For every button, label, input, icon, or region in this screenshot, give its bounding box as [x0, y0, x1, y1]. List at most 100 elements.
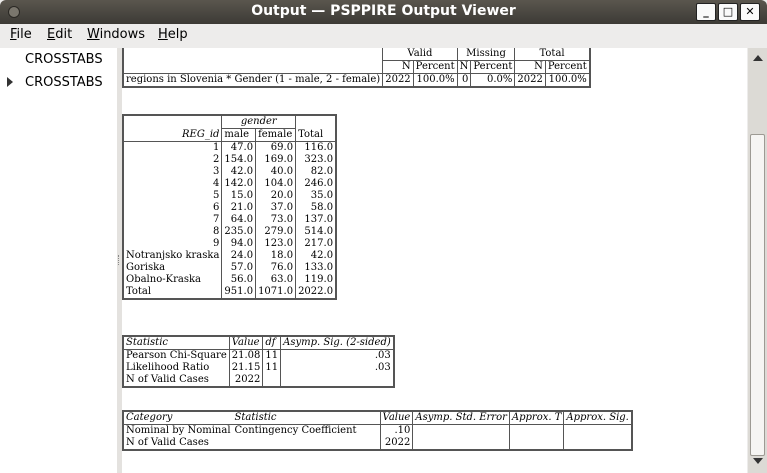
empty-cell: [509, 424, 565, 437]
menu-bar: File Edit Windows Help: [0, 24, 767, 46]
cell-male: 951.0: [221, 286, 257, 299]
case-summary-table: Valid Missing Total N Percent N Percent …: [122, 48, 591, 88]
stat-df: [262, 374, 282, 387]
table-row: Total 951.0 1071.0 2022.0: [123, 286, 336, 299]
category-label: Nominal by Nominal: [126, 425, 231, 436]
cell-male: 142.0: [221, 178, 257, 190]
category-label: N of Valid Cases: [126, 437, 209, 448]
cell-male: 235.0: [221, 226, 257, 238]
window-title: Output — PSPPIRE Output Viewer: [251, 3, 516, 19]
table-row: 8 235.0 279.0 514.0: [123, 226, 336, 238]
vertical-scrollbar[interactable]: [748, 48, 767, 473]
cell-male: 42.0: [221, 166, 257, 178]
table-row: 2 154.0 169.0 323.0: [123, 154, 336, 166]
stat-value: 21.15: [229, 362, 264, 374]
tree-item-crosstabs-1[interactable]: CROSSTABS: [25, 52, 103, 67]
cell-total: 35.0: [310, 190, 334, 201]
category-header: Category: [123, 411, 233, 425]
summary-missing-pct: 0.0%: [470, 73, 516, 87]
menu-help[interactable]: Help: [158, 27, 188, 42]
close-button[interactable]: ✕: [740, 3, 760, 21]
row-label: Obalno-Kraska: [123, 274, 223, 286]
cell-female: 169.0: [255, 154, 297, 166]
table-row: Nominal by Nominal Contingency Coefficien…: [123, 424, 632, 438]
scroll-up-icon[interactable]: [753, 55, 763, 61]
measure-value: 2022: [380, 437, 414, 450]
output-area: Valid Missing Total N Percent N Percent …: [122, 48, 747, 473]
cell-female: 123.0: [255, 238, 297, 250]
summary-total-n: 2022: [514, 73, 546, 87]
statistic-label: Contingency Coefficient: [232, 424, 381, 437]
row-label: 7: [123, 214, 223, 226]
empty-cell: [564, 425, 632, 438]
header-missing: Missing: [457, 48, 516, 61]
row-label: 1: [123, 141, 223, 154]
minimize-button[interactable]: _: [696, 3, 716, 21]
expander-arrow-icon[interactable]: [7, 77, 13, 87]
maximize-button[interactable]: □: [718, 3, 738, 21]
row-label: 2: [123, 154, 223, 166]
tree-item-crosstabs-2[interactable]: CROSSTABS: [25, 75, 103, 90]
cell-female: 40.0: [255, 166, 297, 178]
sig-header: Asymp. Sig. (2-sided): [280, 336, 394, 350]
cell-male: 94.0: [221, 238, 257, 250]
cell-total: 323.0: [304, 154, 334, 165]
cell-female: 20.0: [255, 190, 297, 202]
cell-total: 246.0: [304, 178, 334, 189]
row-label: Total: [123, 286, 223, 299]
summary-missing-n: 0: [457, 73, 472, 87]
menu-file[interactable]: File: [10, 27, 32, 42]
output-tree: CROSSTABS CROSSTABS: [0, 48, 118, 473]
cell-total: 116.0: [295, 141, 337, 154]
stat-df: 11: [262, 349, 282, 362]
cell-male: 15.0: [221, 190, 257, 202]
row-label: 6: [123, 202, 223, 214]
value-header: Value: [380, 411, 414, 425]
cell-male: 154.0: [221, 154, 257, 166]
value-header: Value: [229, 336, 264, 350]
cell-total: 2022.0: [298, 286, 334, 297]
df-header: df: [262, 336, 282, 350]
empty-cell: [412, 424, 510, 437]
table-row: Goriska 57.0 76.0 133.0: [123, 262, 336, 274]
col-header-female: female: [255, 128, 297, 142]
sig-header: Approx. Sig.: [563, 411, 632, 425]
cell-total: 133.0: [304, 262, 334, 273]
stat-sig: .03: [374, 362, 391, 373]
cell-male: 47.0: [221, 141, 257, 154]
table-row: 5 15.0 20.0 35.0: [123, 190, 336, 202]
scroll-down-icon[interactable]: [753, 458, 763, 464]
stat-label: Pearson Chi-Square: [123, 349, 230, 362]
row-label: 9: [123, 238, 223, 250]
scrollbar-thumb[interactable]: [750, 134, 765, 456]
table-row: Likelihood Ratio 21.15 11 .03: [123, 362, 394, 374]
stat-header: Statistic: [123, 336, 230, 350]
title-bar: Output — PSPPIRE Output Viewer _ □ ✕: [0, 0, 767, 24]
stat-df: 11: [262, 362, 282, 374]
cell-male: 21.0: [221, 202, 257, 214]
header-percent: Percent: [413, 60, 458, 74]
table-row: 6 21.0 37.0 58.0: [123, 202, 336, 214]
empty-cell: [564, 437, 632, 450]
row-label: 5: [123, 190, 223, 202]
table-row: Notranjsko kraska 24.0 18.0 42.0: [123, 250, 336, 262]
stat-value: 2022: [229, 374, 264, 387]
row-label: 4: [123, 178, 223, 190]
cell-male: 56.0: [221, 274, 257, 286]
gender-group-header: gender: [221, 115, 296, 129]
row-var-header: REG_id: [123, 128, 223, 142]
row-label: 3: [123, 166, 223, 178]
table-row: 9 94.0 123.0 217.0: [123, 238, 336, 250]
cell-total: 514.0: [304, 226, 334, 237]
se-header: Asymp. Std. Error: [412, 411, 510, 425]
cell-total: 119.0: [304, 274, 334, 285]
cell-total: 217.0: [304, 238, 334, 249]
menu-windows[interactable]: Windows: [87, 27, 145, 42]
summary-total-pct: 100.0%: [548, 74, 587, 85]
header-percent: Percent: [470, 60, 516, 74]
col-header-male: male: [221, 128, 257, 142]
menu-edit[interactable]: Edit: [47, 27, 72, 42]
cell-female: 73.0: [255, 214, 297, 226]
cell-female: 76.0: [255, 262, 297, 274]
stat-sig: [281, 374, 394, 387]
